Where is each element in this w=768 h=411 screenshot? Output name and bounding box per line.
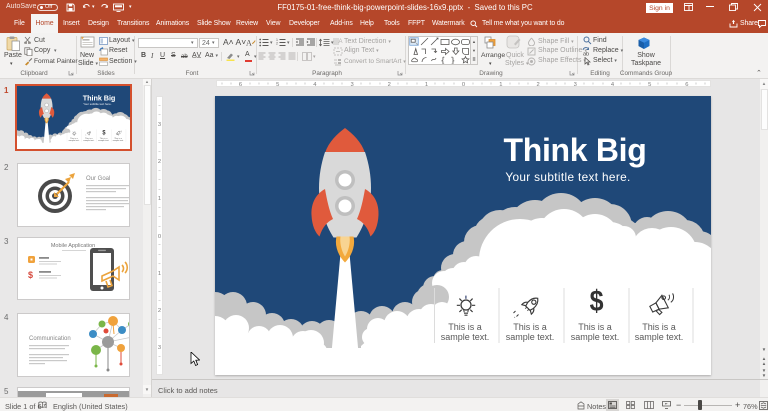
- svg-text:4: 4: [610, 82, 614, 87]
- svg-text:4: 4: [313, 82, 317, 87]
- svg-text:0: 0: [158, 234, 161, 240]
- svg-text:1: 1: [424, 82, 427, 87]
- svg-text:3: 3: [158, 122, 161, 128]
- svg-text:2: 2: [387, 82, 390, 87]
- svg-text:2: 2: [158, 159, 161, 165]
- svg-text:Mobile Application: Mobile Application: [51, 243, 95, 249]
- svg-text:3: 3: [350, 82, 353, 87]
- svg-text:Our Goal: Our Goal: [86, 176, 110, 182]
- svg-text:6: 6: [685, 82, 688, 87]
- svg-text:$: $: [28, 270, 33, 280]
- svg-text:Communication: Communication: [29, 336, 71, 342]
- svg-text:3: 3: [158, 345, 161, 351]
- svg-text:5: 5: [276, 82, 279, 87]
- svg-text:0: 0: [461, 82, 464, 87]
- svg-text:1: 1: [499, 82, 502, 87]
- svg-text:1: 1: [158, 196, 161, 202]
- svg-text:5: 5: [648, 82, 651, 87]
- svg-text:3: 3: [573, 82, 576, 87]
- svg-text:2: 2: [158, 308, 161, 314]
- svg-text:6: 6: [238, 82, 241, 87]
- svg-text:1: 1: [158, 271, 161, 277]
- svg-text:2: 2: [536, 82, 539, 87]
